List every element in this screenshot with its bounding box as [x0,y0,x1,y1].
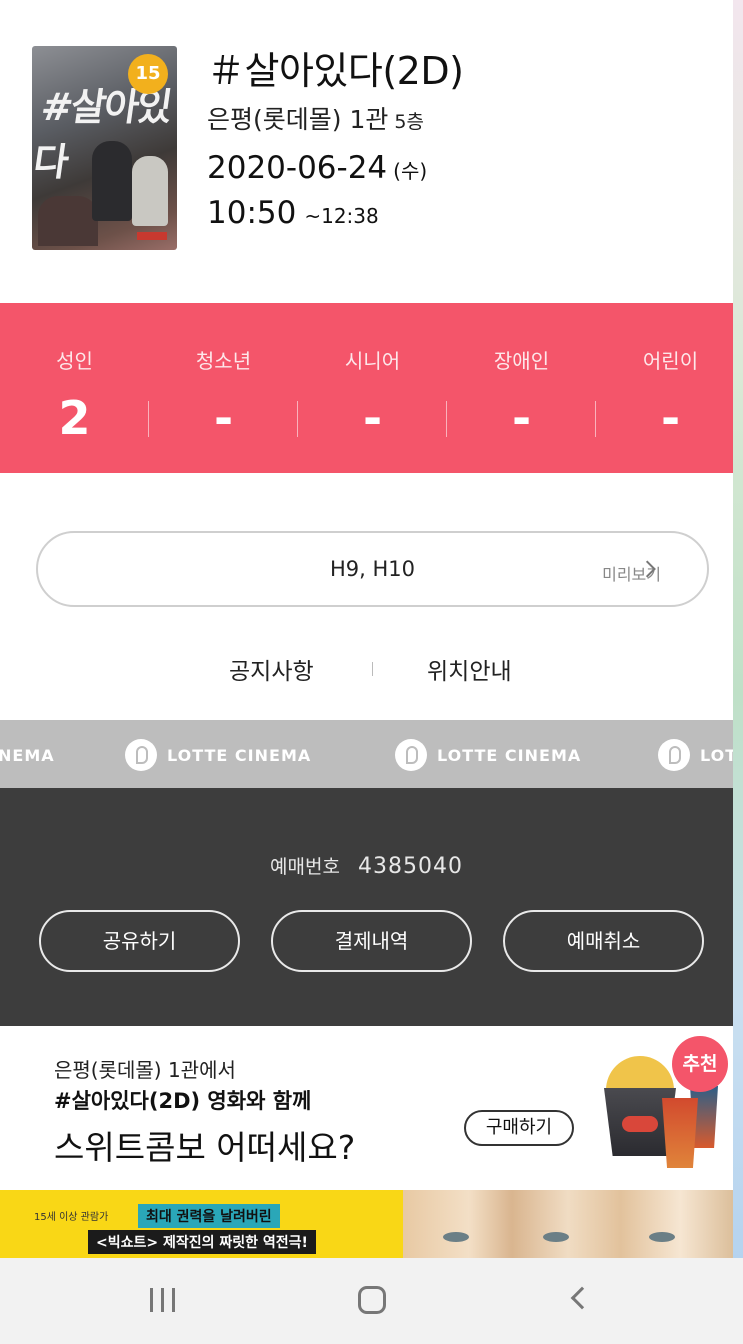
audience-label: 시니어 [344,349,401,373]
day-of-week: (수) [393,159,428,183]
booking-number-value: 4385040 [357,854,463,879]
audience-count: - [213,391,234,445]
promo-headline: 스위트콤보 어떠세요? [54,1128,356,1167]
payment-history-button[interactable]: 결제내역 [271,910,472,972]
buy-button[interactable]: 구매하기 [464,1110,574,1146]
cancel-booking-button[interactable]: 예매취소 [503,910,704,972]
audience-senior: 시니어 - [298,303,447,473]
recent-apps-icon[interactable] [150,1288,178,1312]
screen-edge [733,0,743,1260]
back-icon[interactable] [570,1286,594,1310]
audience-count: - [660,391,681,445]
show-date: 2020-06-24 (수) [207,150,427,186]
poster-accent [137,232,167,240]
theater-name: 은평(롯데몰) 1관 5층 [207,100,424,136]
share-button[interactable]: 공유하기 [39,910,240,972]
ad-age-note: 15세 이상 관람가 [34,1212,109,1223]
theater-label: 은평(롯데몰) 1관 [207,105,389,134]
brand-label: NEMA [0,745,55,765]
ad-banner[interactable]: 15세 이상 관람가 최대 권력을 날려버린 <빅쇼트> 제작진의 짜릿한 역전… [0,1190,733,1258]
audience-count: - [362,391,383,445]
ad-face-eye [443,1232,469,1242]
booking-panel: 예매번호 4385040 공유하기 결제내역 예매취소 [0,788,733,1026]
location-link[interactable]: 위치안내 [427,652,512,686]
lotte-logo-icon [395,739,427,771]
audience-label: 장애인 [493,349,550,373]
ad-headline-2: <빅쇼트> 제작진의 짜릿한 역전극! [88,1230,316,1254]
ad-faces-image [403,1190,733,1258]
ad-face-eye [649,1232,675,1242]
start-time: 10:50 [207,195,297,231]
system-nav-bar [0,1258,743,1344]
lotte-logo-icon [125,739,157,771]
audience-band: 성인 2 청소년 - 시니어 - 장애인 - 어린이 - [0,303,733,473]
audience-count: - [511,391,532,445]
audience-disabled: 장애인 - [447,303,596,473]
notice-link[interactable]: 공지사항 [229,652,314,686]
brand-logo-item: LOT [658,739,733,771]
popcorn-label [622,1116,658,1132]
brand-strip: NEMA LOTTE CINEMA LOTTE CINEMA LOT [0,720,733,788]
age-rating-badge: 15 [128,54,168,94]
lotte-logo-icon [658,739,690,771]
movie-info: #살아있다 15 ＃살아있다(2D) 은평(롯데몰) 1관 5층 2020-06-… [0,0,733,303]
audience-adult: 성인 2 [0,303,149,473]
drink-cup-image [662,1098,698,1168]
divider [372,662,373,676]
brand-label: LOT [700,745,733,765]
audience-label: 성인 [56,349,93,373]
movie-title: ＃살아있다(2D) [207,49,464,93]
promo-line-2: #살아있다(2D) 영화와 함께 [54,1089,312,1113]
audience-label: 어린이 [642,349,699,373]
brand-logo-item: LOTTE CINEMA [395,739,581,771]
home-icon[interactable] [358,1286,386,1314]
ad-headline-1: 최대 권력을 날려버린 [138,1204,280,1228]
audience-label: 청소년 [195,349,252,373]
brand-text-partial: NEMA [0,739,55,771]
promo-line-1: 은평(롯데몰) 1관에서 [54,1058,236,1082]
info-links: 공지사항 위치안내 [0,648,743,688]
brand-logo-item: LOTTE CINEMA [125,739,311,771]
seat-preview-button[interactable]: H9, H10 미리보기 [36,531,709,607]
combo-promo: 은평(롯데몰) 1관에서 #살아있다(2D) 영화와 함께 스위트콤보 어떠세요… [0,1026,733,1190]
ad-face-eye [543,1232,569,1242]
poster-figure [38,196,98,246]
audience-child: 어린이 - [596,303,743,473]
floor-label: 5층 [394,111,424,133]
brand-label: LOTTE CINEMA [437,745,582,765]
date-value: 2020-06-24 [207,150,388,186]
booking-number-label: 예매번호 [270,856,340,878]
brand-label: LOTTE CINEMA [167,745,312,765]
audience-youth: 청소년 - [149,303,298,473]
end-time: ~12:38 [304,204,379,228]
recommend-badge: 추천 [672,1036,728,1092]
show-time: 10:50 ~12:38 [207,195,379,231]
audience-count: 2 [58,391,91,445]
booking-number: 예매번호 4385040 [0,852,733,879]
